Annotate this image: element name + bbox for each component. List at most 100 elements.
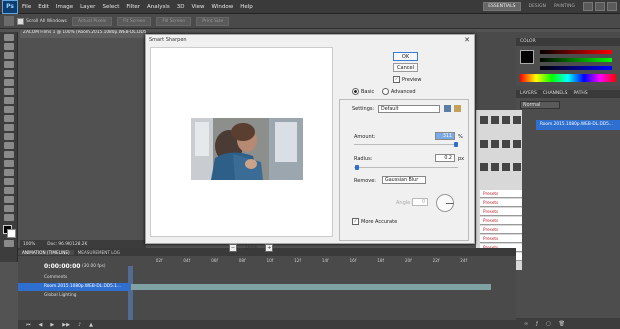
gradient-tool-icon[interactable]: [3, 133, 14, 140]
preview-pane[interactable]: − 100% +: [150, 47, 333, 252]
blend-mode-select[interactable]: Normal: [520, 101, 560, 109]
hand-tool-icon[interactable]: [4, 16, 14, 26]
tab-paths[interactable]: PATHS: [573, 90, 587, 98]
quick-select-tool-icon[interactable]: [3, 61, 14, 68]
fit-screen-button[interactable]: Fit Screen: [117, 16, 152, 26]
color-balance-icon[interactable]: [502, 139, 510, 148]
tab-measurement-log[interactable]: MEASUREMENT LOG: [74, 250, 124, 255]
adjustment-preset-row[interactable]: Presets: [480, 190, 522, 198]
cancel-button[interactable]: Cancel: [393, 63, 418, 72]
invert-icon[interactable]: [502, 163, 510, 172]
fill-screen-button[interactable]: Fill Screen: [156, 16, 192, 26]
zoom-level[interactable]: 100%: [23, 242, 35, 247]
tab-layers[interactable]: LAYERS: [520, 90, 537, 98]
green-slider[interactable]: [540, 58, 612, 62]
angle-dial[interactable]: [436, 194, 454, 212]
amount-slider-thumb[interactable]: [454, 142, 458, 147]
document-canvas[interactable]: [20, 38, 146, 240]
menu-3d[interactable]: 3D: [177, 4, 185, 10]
radius-slider-thumb[interactable]: [355, 165, 359, 170]
clone-stamp-tool-icon[interactable]: [3, 106, 14, 113]
history-brush-tool-icon[interactable]: [3, 115, 14, 122]
menu-analysis[interactable]: Analysis: [147, 4, 170, 10]
dodge-tool-icon[interactable]: [3, 151, 14, 158]
basic-radio[interactable]: [352, 88, 359, 95]
workspace-design-link[interactable]: DESIGN: [529, 4, 546, 9]
blue-slider[interactable]: [540, 66, 612, 70]
lasso-tool-icon[interactable]: [3, 52, 14, 59]
brightness-icon[interactable]: [480, 116, 488, 124]
adjustment-preset-row[interactable]: Presets: [480, 199, 522, 207]
menu-layer[interactable]: Layer: [80, 4, 95, 10]
foreground-color-swatch[interactable]: [520, 50, 534, 64]
close-icon[interactable]: ✕: [464, 36, 470, 44]
adjustment-preset-row[interactable]: Presets: [480, 235, 522, 243]
remove-select[interactable]: Gaussian Blur: [382, 176, 426, 184]
zoom-in-button[interactable]: +: [265, 244, 274, 252]
shape-tool-icon[interactable]: [3, 187, 14, 194]
menu-image[interactable]: Image: [56, 4, 73, 10]
amount-slider-track[interactable]: [354, 144, 458, 145]
layer-style-icon[interactable]: ƒ: [536, 321, 538, 327]
more-accurate-checkbox[interactable]: ✓: [352, 218, 359, 225]
print-size-button[interactable]: Print Size: [196, 16, 230, 26]
scroll-all-windows-checkbox[interactable]: [17, 17, 24, 25]
menu-edit[interactable]: Edit: [38, 4, 49, 10]
blur-tool-icon[interactable]: [3, 142, 14, 149]
menu-select[interactable]: Select: [102, 4, 119, 10]
play-icon[interactable]: ▶: [50, 322, 54, 328]
levels-icon[interactable]: [491, 116, 499, 124]
marquee-tool-icon[interactable]: [3, 43, 14, 50]
color-panel-tab[interactable]: COLOR: [516, 38, 620, 46]
pen-tool-icon[interactable]: [3, 160, 14, 167]
first-frame-icon[interactable]: ⏮: [26, 322, 31, 328]
menu-help[interactable]: Help: [240, 4, 253, 10]
save-settings-icon[interactable]: [444, 105, 451, 112]
move-tool-icon[interactable]: [3, 34, 14, 41]
zoom-out-button[interactable]: −: [229, 244, 237, 252]
radius-slider-track[interactable]: [354, 167, 458, 168]
eraser-tool-icon[interactable]: [3, 124, 14, 131]
eyedropper-tool-icon[interactable]: [3, 79, 14, 86]
actual-pixels-button[interactable]: Actual Pixels: [71, 16, 113, 26]
workspace-essentials-button[interactable]: ESSENTIALS: [483, 2, 521, 11]
workspace-painting-link[interactable]: PAINTING: [554, 4, 575, 9]
type-tool-icon[interactable]: [3, 169, 14, 176]
minimize-button[interactable]: [583, 2, 593, 11]
more-accurate-group[interactable]: ✓ More Accurate: [352, 218, 397, 225]
path-select-tool-icon[interactable]: [3, 178, 14, 185]
channel-mixer-icon[interactable]: [491, 163, 499, 172]
preview-checkbox[interactable]: ✓: [393, 76, 400, 83]
healing-brush-tool-icon[interactable]: [3, 88, 14, 95]
black-white-icon[interactable]: [513, 139, 521, 148]
color-spectrum-bar[interactable]: [520, 74, 616, 82]
layer-track-bar[interactable]: [131, 284, 491, 290]
amount-input[interactable]: 311: [435, 132, 455, 140]
menu-window[interactable]: Window: [212, 4, 234, 10]
menu-view[interactable]: View: [191, 4, 204, 10]
angle-input[interactable]: 0: [412, 198, 428, 206]
adjustment-preset-row[interactable]: Presets: [480, 208, 522, 216]
adjustment-preset-row[interactable]: Presets: [480, 217, 522, 225]
close-app-button[interactable]: [607, 2, 617, 11]
hue-saturation-icon[interactable]: [491, 139, 499, 148]
crop-tool-icon[interactable]: [3, 70, 14, 77]
global-lighting-track[interactable]: Global Lighting: [18, 292, 516, 300]
red-slider[interactable]: [540, 50, 612, 54]
new-layer-icon[interactable]: ▢: [546, 321, 551, 327]
delete-settings-icon[interactable]: [454, 105, 461, 112]
tab-channels[interactable]: CHANNELS: [543, 90, 568, 98]
ok-button[interactable]: OK: [393, 52, 418, 61]
preview-checkbox-group[interactable]: ✓ Preview: [393, 76, 421, 83]
curves-icon[interactable]: [502, 116, 510, 124]
3d-rotate-tool-icon[interactable]: [3, 196, 14, 203]
zoom-slider-icon[interactable]: ▲: [89, 322, 93, 328]
prev-frame-icon[interactable]: ◀: [39, 322, 43, 328]
posterize-icon[interactable]: [513, 163, 521, 172]
quick-mask-icon[interactable]: [3, 240, 14, 247]
layer-row[interactable]: Room.2015.1080p.WEB-DL.DD5...: [536, 120, 620, 130]
settings-select[interactable]: Default: [378, 105, 440, 113]
vibrance-icon[interactable]: [480, 139, 488, 148]
menu-filter[interactable]: Filter: [126, 4, 140, 10]
next-frame-icon[interactable]: ▶▶: [62, 322, 70, 328]
